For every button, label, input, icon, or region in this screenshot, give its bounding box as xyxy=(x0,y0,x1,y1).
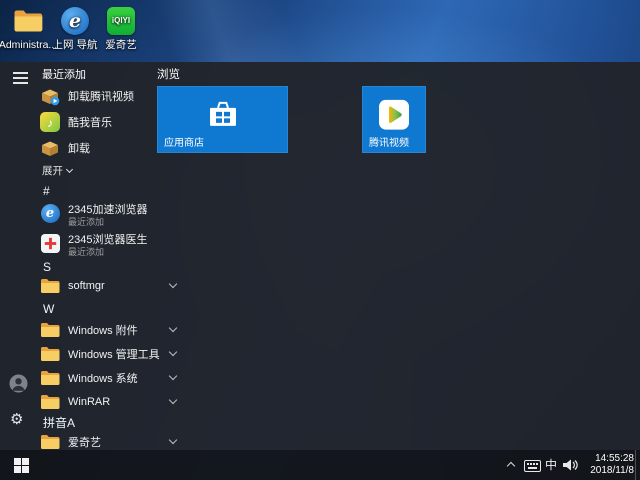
section-letter-s[interactable]: S xyxy=(43,260,51,274)
show-hidden-icons-chevron[interactable] xyxy=(507,462,515,470)
input-method-indicator[interactable]: 中 xyxy=(545,458,557,472)
chevron-down-icon xyxy=(169,372,177,380)
start-button[interactable] xyxy=(0,450,42,480)
chevron-down-icon xyxy=(169,324,177,332)
expand-button[interactable]: 展开 xyxy=(42,163,72,178)
2345-browser-icon: e xyxy=(40,203,60,223)
list-item-label: softmgr xyxy=(68,280,105,292)
list-item-label: 酷我音乐 xyxy=(68,114,112,130)
desktop-icon-browser-nav[interactable]: e 上网 导航 xyxy=(52,6,98,51)
taskbar-clock[interactable]: 14:55:28 2018/11/8 xyxy=(582,453,634,477)
tile-group-header[interactable]: 浏览 xyxy=(157,66,180,82)
touch-keyboard-icon[interactable] xyxy=(524,459,541,477)
list-item-2345-browser-doctor[interactable]: 2345浏览器医生 最近添加 xyxy=(36,228,190,258)
svg-text:♪: ♪ xyxy=(47,116,53,130)
browser-e-icon: e xyxy=(60,6,90,36)
user-avatar-button[interactable] xyxy=(9,374,28,398)
clock-time: 14:55:28 xyxy=(582,453,634,465)
folder-icon xyxy=(40,368,60,388)
chevron-down-icon xyxy=(169,348,177,356)
folder-icon xyxy=(40,392,60,412)
list-folder-windows-accessories[interactable]: Windows 附件 xyxy=(36,318,190,342)
tile-label: 腾讯视频 xyxy=(369,134,409,149)
list-folder-winrar[interactable]: WinRAR xyxy=(36,390,190,414)
kuwo-music-icon: ♪ xyxy=(40,112,60,132)
list-folder-windows-system[interactable]: Windows 系统 xyxy=(36,366,190,390)
desktop-icon-label: Administra... xyxy=(0,39,57,51)
tile-label: 应用商店 xyxy=(164,134,204,149)
list-item-2345-browser[interactable]: e 2345加速浏览器 最近添加 xyxy=(36,198,190,228)
folder-icon xyxy=(40,432,60,450)
windows-logo-icon xyxy=(14,458,29,473)
desktop-icon-label: 爱奇艺 xyxy=(105,39,137,51)
chevron-down-icon xyxy=(169,280,177,288)
chevron-down-icon xyxy=(66,166,73,173)
uninstall-box-icon xyxy=(40,86,60,106)
list-item-subtitle: 最近添加 xyxy=(68,215,104,228)
list-item-label: Windows 附件 xyxy=(68,322,138,338)
user-folder-icon xyxy=(13,6,43,36)
list-item-label: 卸载腾讯视频 xyxy=(68,88,134,104)
hamburger-menu-button[interactable] xyxy=(13,72,28,87)
volume-speaker-icon[interactable] xyxy=(562,458,578,477)
folder-icon xyxy=(40,344,60,364)
list-item-label: Windows 系统 xyxy=(68,370,138,386)
list-folder-softmgr[interactable]: softmgr xyxy=(36,274,190,298)
folder-icon xyxy=(40,320,60,340)
tile-tencent-video[interactable]: 腾讯视频 xyxy=(362,86,426,153)
clock-date: 2018/11/8 xyxy=(582,465,634,477)
desktop-icon-administrator[interactable]: Administra... xyxy=(0,6,56,51)
list-item-subtitle: 最近添加 xyxy=(68,245,104,258)
section-letter-w[interactable]: W xyxy=(43,302,54,316)
list-item-label: 爱奇艺 xyxy=(68,434,101,450)
section-letter-hash[interactable]: # xyxy=(43,184,50,198)
recently-added-header: 最近添加 xyxy=(42,66,86,82)
folder-icon xyxy=(40,276,60,296)
iqiyi-icon: iQIYI xyxy=(106,6,136,36)
section-letter-pinyin-a[interactable]: 拼音A xyxy=(43,414,75,431)
tile-app-store[interactable]: 应用商店 xyxy=(157,86,288,153)
taskbar: 中 14:55:28 2018/11/8 xyxy=(0,450,640,480)
settings-gear-icon[interactable]: ⚙ xyxy=(10,412,23,428)
show-desktop-button[interactable] xyxy=(635,450,640,480)
start-menu: ⚙ 最近添加 卸载腾讯视频 ♪ 酷我音乐 卸载 xyxy=(0,62,640,450)
user-avatar-icon xyxy=(9,374,28,393)
chevron-down-icon xyxy=(169,396,177,404)
desktop-icon-label: 上网 导航 xyxy=(53,39,98,51)
chevron-down-icon xyxy=(169,436,177,444)
desktop-wallpaper: Administra... e 上网 导航 iQIYI 爱奇艺 ⚙ 最近添加 卸… xyxy=(0,0,640,480)
store-bag-icon xyxy=(207,100,239,133)
list-folder-windows-admin-tools[interactable]: Windows 管理工具 xyxy=(36,342,190,366)
desktop-icon-iqiyi[interactable]: iQIYI 爱奇艺 xyxy=(98,6,144,51)
list-item-label: WinRAR xyxy=(68,396,110,408)
uninstall-box-icon xyxy=(40,138,60,158)
list-item-label: Windows 管理工具 xyxy=(68,346,160,362)
tencent-video-icon xyxy=(379,99,409,134)
list-item-label: 卸载 xyxy=(68,140,90,156)
browser-doctor-icon xyxy=(40,233,60,253)
list-folder-iqiyi[interactable]: 爱奇艺 xyxy=(36,430,190,450)
